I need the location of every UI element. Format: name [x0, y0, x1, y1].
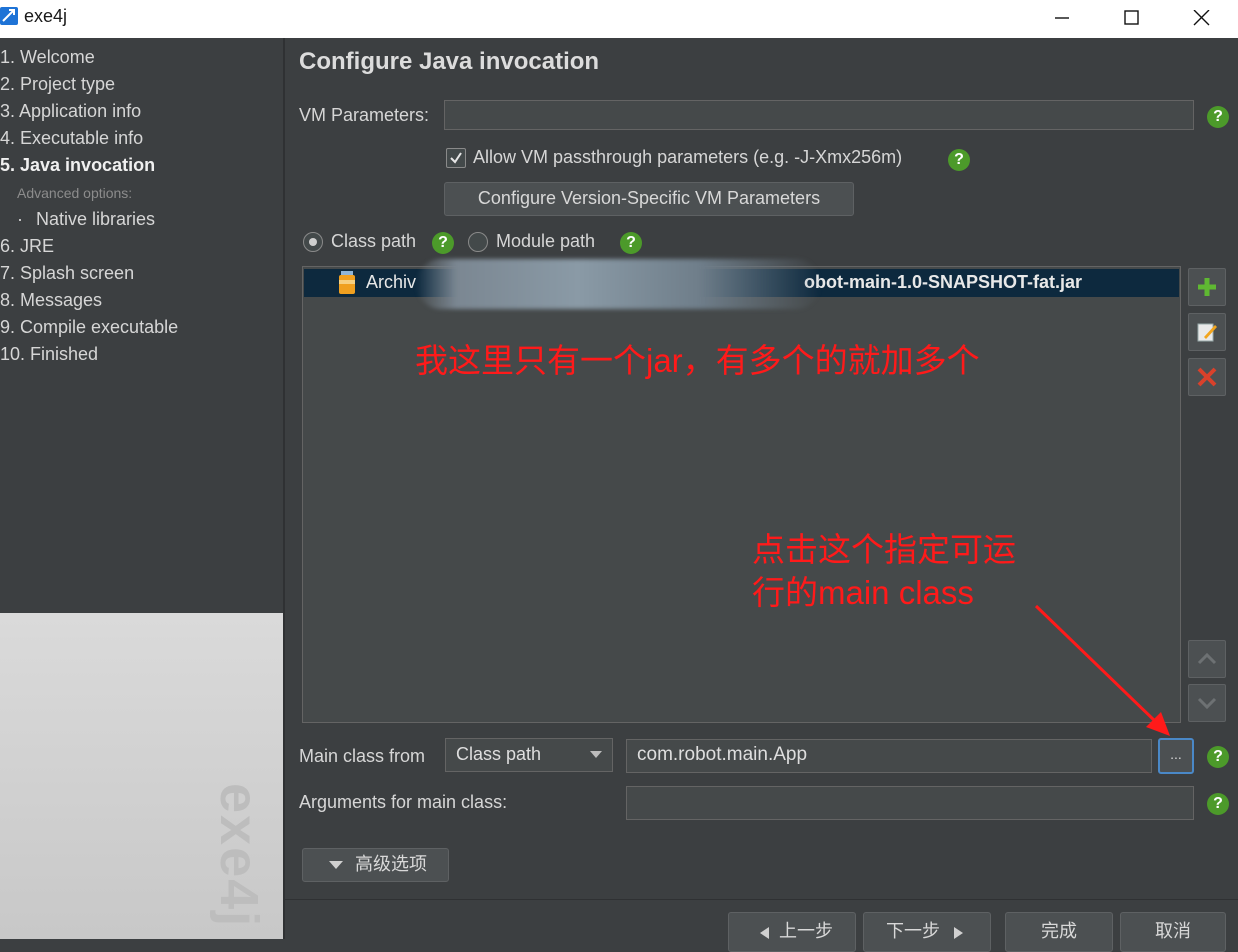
next-button[interactable]: 下一步: [863, 912, 991, 952]
redaction-blur: [416, 259, 821, 309]
chevron-up-icon: [1197, 652, 1217, 665]
module-path-radio[interactable]: [468, 232, 488, 252]
plus-icon: [1198, 278, 1216, 296]
page-title: Configure Java invocation: [299, 48, 600, 75]
class-path-label: Class path: [331, 231, 417, 251]
list-item[interactable]: Archiv obot-main-1.0-SNAPSHOT-fat.jar: [304, 259, 1179, 309]
triangle-right-icon: [954, 927, 963, 939]
window-title: exe4j: [24, 6, 68, 26]
minimize-button[interactable]: [1027, 0, 1097, 38]
step-java-invocation[interactable]: 5. Java invocation: [0, 155, 155, 176]
advanced-options-button[interactable]: 高级选项: [302, 848, 449, 882]
triangle-down-icon: [329, 861, 343, 869]
module-path-help-icon[interactable]: ?: [620, 232, 642, 254]
next-button-label: 下一步: [886, 921, 940, 941]
main-class-input[interactable]: com.robot.main.App: [626, 739, 1152, 773]
prev-button-label: 上一步: [779, 921, 833, 941]
browse-main-class-button[interactable]: ...: [1158, 738, 1194, 774]
step-messages[interactable]: 8. Messages: [0, 290, 102, 311]
chevron-down-icon: [1197, 697, 1217, 710]
class-path-help-icon[interactable]: ?: [432, 232, 454, 254]
classpath-entry-prefix: Archiv: [366, 272, 417, 292]
vm-parameters-help-icon[interactable]: ?: [1207, 106, 1229, 128]
delete-icon: [1197, 367, 1217, 387]
advanced-options-label: Advanced options:: [17, 185, 133, 201]
step-splash-screen[interactable]: 7. Splash screen: [0, 263, 134, 284]
annotation-click-note-line1: 点击这个指定可运: [752, 531, 1016, 568]
bullet-icon: ·: [17, 209, 23, 229]
move-down-button[interactable]: [1188, 684, 1226, 722]
vm-parameters-input[interactable]: [444, 100, 1194, 130]
class-path-radio[interactable]: [303, 232, 323, 252]
maximize-button[interactable]: [1097, 0, 1167, 38]
wizard-steps-sidebar: 1. Welcome 2. Project type 3. Applicatio…: [0, 38, 283, 939]
jar-archive-icon: [339, 271, 355, 294]
configure-version-specific-button[interactable]: Configure Version-Specific VM Parameters: [444, 182, 854, 216]
exe4j-app-icon: [0, 7, 18, 25]
step-welcome[interactable]: 1. Welcome: [0, 47, 95, 68]
finish-button[interactable]: 完成: [1005, 912, 1113, 952]
dropdown-arrow-icon: [590, 751, 602, 758]
classpath-entry-filename: obot-main-1.0-SNAPSHOT-fat.jar: [804, 272, 1083, 292]
step-jre[interactable]: 6. JRE: [0, 236, 54, 257]
main-class-from-select[interactable]: Class path: [445, 738, 613, 772]
arguments-help-icon[interactable]: ?: [1207, 793, 1229, 815]
cancel-button[interactable]: 取消: [1120, 912, 1226, 952]
main-panel: Configure Java invocation VM Parameters:…: [285, 38, 1238, 952]
step-compile-executable[interactable]: 9. Compile executable: [0, 317, 178, 338]
title-bar: exe4j: [0, 0, 1238, 38]
main-class-from-label: Main class from: [299, 746, 426, 766]
arguments-label: Arguments for main class:: [299, 792, 508, 812]
module-path-label: Module path: [496, 231, 596, 251]
step-application-info[interactable]: 3. Application info: [0, 101, 141, 122]
allow-passthrough-checkbox[interactable]: [446, 148, 466, 168]
step-executable-info[interactable]: 4. Executable info: [0, 128, 143, 149]
step-project-type[interactable]: 2. Project type: [0, 74, 115, 95]
add-entry-button[interactable]: [1188, 268, 1226, 306]
close-button[interactable]: [1167, 0, 1237, 38]
edit-icon: [1197, 323, 1217, 342]
footer-divider: [285, 899, 1238, 900]
prev-button[interactable]: 上一步: [728, 912, 856, 952]
remove-entry-button[interactable]: [1188, 358, 1226, 396]
sidebar-logo-area: exe4j: [0, 613, 283, 939]
annotation-click-note-line2: 行的main class: [752, 574, 974, 611]
edit-entry-button[interactable]: [1188, 313, 1226, 351]
triangle-left-icon: [760, 927, 769, 939]
step-finished[interactable]: 10. Finished: [0, 344, 98, 365]
allow-passthrough-label: Allow VM passthrough parameters (e.g. -J…: [473, 147, 903, 167]
arguments-input[interactable]: [626, 786, 1194, 820]
exe4j-watermark-logo: exe4j: [209, 783, 269, 929]
step-native-libraries[interactable]: Native libraries: [36, 209, 155, 230]
main-class-from-value: Class path: [456, 744, 542, 764]
vm-parameters-label: VM Parameters:: [299, 105, 430, 125]
advanced-options-label: 高级选项: [355, 854, 427, 874]
move-up-button[interactable]: [1188, 640, 1226, 678]
main-class-help-icon[interactable]: ?: [1207, 746, 1229, 768]
passthrough-help-icon[interactable]: ?: [948, 149, 970, 171]
annotation-jar-note: 我这里只有一个jar，有多个的就加多个: [415, 342, 980, 379]
